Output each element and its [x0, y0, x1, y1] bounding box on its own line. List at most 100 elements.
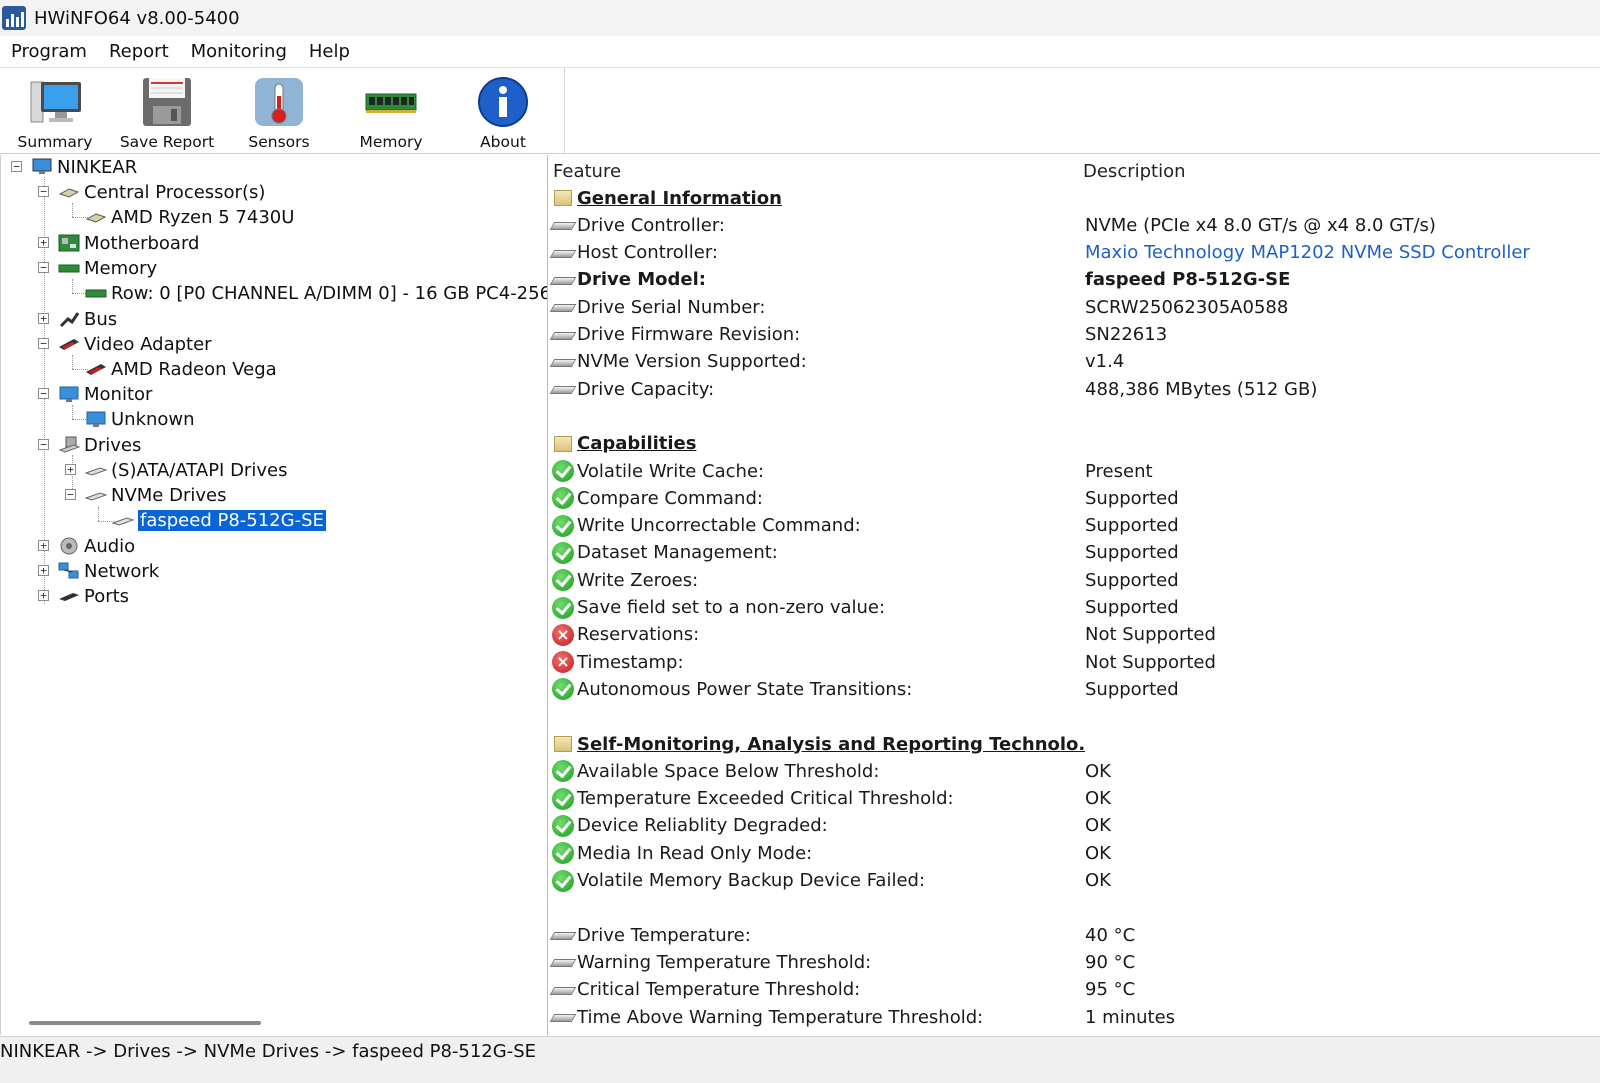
tree-node-nvme-drives[interactable]: NVMe Drives	[84, 483, 226, 507]
detail-row[interactable]: Write Uncorrectable Command: Supported	[549, 513, 1600, 539]
tree-collapse-toggle[interactable]: −	[38, 338, 49, 349]
tree-collapse-toggle[interactable]: −	[65, 489, 76, 500]
tree-node-label: Bus	[84, 308, 118, 330]
tree-node-amd-radeon[interactable]: AMD Radeon Vega	[85, 357, 277, 381]
description-cell: Supported	[1085, 542, 1179, 564]
device-tree[interactable]: − NINKEAR − Central Processor(s) AMD Ryz…	[0, 155, 548, 1035]
tree-node-network[interactable]: Network	[58, 559, 159, 583]
tree-expand-toggle[interactable]: +	[38, 540, 49, 551]
column-header-feature[interactable]: Feature	[553, 161, 621, 182]
description-cell: 40 °C	[1085, 924, 1136, 946]
detail-row[interactable]: Dataset Management: Supported	[549, 540, 1600, 566]
tree-collapse-toggle[interactable]: −	[11, 161, 22, 172]
detail-row[interactable]: Available Space Below Threshold: OK	[549, 758, 1600, 784]
tree-expand-toggle[interactable]: +	[38, 590, 49, 601]
motherboard-icon	[58, 234, 80, 252]
detail-row[interactable]: Drive Firmware Revision: SN22613	[549, 322, 1600, 348]
tree-node-ports[interactable]: Ports	[58, 584, 129, 608]
tree-node-drives[interactable]: Drives	[58, 433, 141, 457]
tree-node-monitor[interactable]: Monitor	[58, 382, 152, 406]
detail-row[interactable]: Host Controller: Maxio Technology MAP1202…	[549, 240, 1600, 266]
feature-cell: Critical Temperature Threshold:	[577, 979, 861, 1001]
detail-row[interactable]: Device Reliablity Degraded: OK	[549, 813, 1600, 839]
description-cell: v1.4	[1085, 351, 1125, 373]
menu-program[interactable]: Program	[0, 41, 98, 62]
check-ok-icon	[551, 787, 575, 811]
tree-node-audio[interactable]: Audio	[58, 534, 135, 558]
tree-node-memory[interactable]: Memory	[58, 256, 157, 280]
about-button[interactable]: About	[448, 68, 558, 154]
description-link[interactable]: Maxio Technology MAP1202 NVMe SSD Contro…	[1085, 242, 1530, 263]
section-header-row[interactable]: Self-Monitoring, Analysis and Reporting …	[549, 731, 1600, 757]
feature-cell: Available Space Below Threshold:	[577, 760, 880, 782]
menu-monitoring[interactable]: Monitoring	[180, 41, 298, 62]
memory-icon	[85, 284, 107, 302]
tree-connector	[72, 279, 73, 293]
menu-report[interactable]: Report	[98, 41, 180, 62]
gpu-icon	[58, 335, 80, 353]
tree-collapse-toggle[interactable]: −	[38, 439, 49, 450]
detail-row[interactable]: Write Zeroes: Supported	[549, 567, 1600, 593]
detail-row[interactable]: × Reservations: Not Supported	[549, 622, 1600, 648]
description-cell: OK	[1085, 842, 1111, 864]
feature-cell: Compare Command:	[577, 487, 763, 509]
section-folder-icon	[551, 732, 575, 756]
detail-row[interactable]: Temperature Exceeded Critical Threshold:…	[549, 786, 1600, 812]
description-cell: Present	[1085, 460, 1153, 482]
check-ok-icon	[551, 759, 575, 783]
description-cell: Not Supported	[1085, 624, 1216, 646]
detail-row[interactable]: Time Above Warning Temperature Threshold…	[549, 1004, 1600, 1030]
tree-collapse-toggle[interactable]: −	[38, 186, 49, 197]
drive-icon	[549, 377, 577, 401]
detail-row[interactable]: Volatile Memory Backup Device Failed: OK	[549, 868, 1600, 894]
description-cell: Supported	[1085, 678, 1179, 700]
detail-row[interactable]: Media In Read Only Mode: OK	[549, 840, 1600, 866]
memory-button[interactable]: Memory	[336, 68, 446, 154]
detail-row[interactable]: Drive Serial Number: SCRW25062305A0588	[549, 294, 1600, 320]
detail-row[interactable]: Drive Capacity: 488,386 MBytes (512 GB)	[549, 376, 1600, 402]
tree-connector	[72, 355, 73, 369]
detail-row[interactable]: Drive Temperature: 40 °C	[549, 922, 1600, 948]
tree-expand-toggle[interactable]: +	[38, 313, 49, 324]
tree-expand-toggle[interactable]: +	[65, 464, 76, 475]
description-cell: Supported	[1085, 515, 1179, 537]
hwinfo-app-icon	[2, 6, 26, 30]
detail-row[interactable]: NVMe Version Supported: v1.4	[549, 349, 1600, 375]
save-report-button[interactable]: Save Report	[112, 68, 222, 154]
tree-horizontal-scrollbar[interactable]	[29, 1021, 261, 1025]
detail-row[interactable]: Drive Controller: NVMe (PCIe x4 8.0 GT/s …	[549, 212, 1600, 238]
detail-row[interactable]: × Timestamp: Not Supported	[549, 649, 1600, 675]
tree-node-ninkear[interactable]: NINKEAR	[31, 155, 137, 179]
detail-row[interactable]: Autonomous Power State Transitions: Suppo…	[549, 676, 1600, 702]
section-header-row[interactable]: Capabilities	[549, 431, 1600, 457]
detail-row[interactable]: Warning Temperature Threshold: 90 °C	[549, 949, 1600, 975]
tree-collapse-toggle[interactable]: −	[38, 262, 49, 273]
detail-row[interactable]: Volatile Write Cache: Present	[549, 458, 1600, 484]
tree-node-amd-ryzen[interactable]: AMD Ryzen 5 7430U	[85, 205, 294, 229]
tree-expand-toggle[interactable]: +	[38, 565, 49, 576]
summary-button[interactable]: Summary	[0, 68, 110, 154]
details-table[interactable]: Feature Description General Information D…	[549, 155, 1600, 1035]
detail-row[interactable]: Save field set to a non-zero value: Suppo…	[549, 595, 1600, 621]
tree-node-central-processors[interactable]: Central Processor(s)	[58, 180, 265, 204]
detail-row[interactable]: Critical Temperature Threshold: 95 °C	[549, 977, 1600, 1003]
tree-node-motherboard[interactable]: Motherboard	[58, 231, 199, 255]
tree-expand-toggle[interactable]: +	[38, 237, 49, 248]
description-cell: OK	[1085, 788, 1111, 810]
tree-node-unknown-monitor[interactable]: Unknown	[85, 407, 195, 431]
tree-node-sata-drives[interactable]: (S)ATA/ATAPI Drives	[84, 458, 287, 482]
tree-node-faspeed-drive[interactable]: faspeed P8-512G-SE	[111, 508, 326, 532]
detail-row	[549, 403, 1600, 429]
detail-row[interactable]: Drive Model: faspeed P8-512G-SE	[549, 267, 1600, 293]
tree-node-video-adapter[interactable]: Video Adapter	[58, 332, 212, 356]
detail-row[interactable]: Compare Command: Supported	[549, 485, 1600, 511]
blank-spacer	[551, 705, 575, 729]
column-header-description[interactable]: Description	[1083, 161, 1186, 182]
sensors-button[interactable]: Sensors	[224, 68, 334, 154]
feature-cell: General Information	[577, 187, 782, 209]
tree-node-bus[interactable]: Bus	[58, 307, 117, 331]
section-header-row[interactable]: General Information	[549, 185, 1600, 211]
tree-collapse-toggle[interactable]: −	[38, 388, 49, 399]
tree-node-memory-row[interactable]: Row: 0 [P0 CHANNEL A/DIMM 0] - 16 GB PC4…	[85, 281, 547, 305]
menu-help[interactable]: Help	[298, 41, 361, 62]
